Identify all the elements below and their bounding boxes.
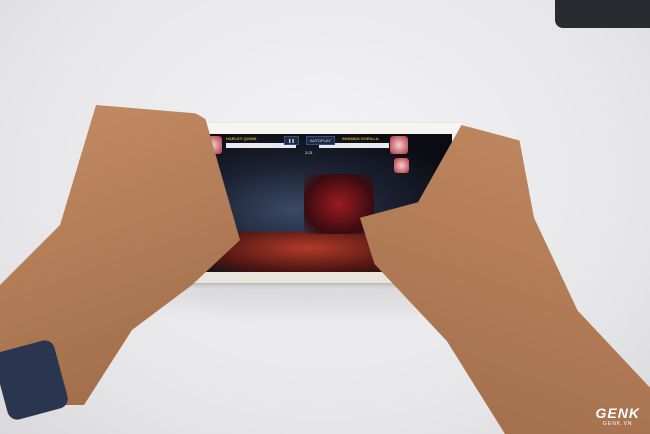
opponent-name: SHAMAN GORILLA	[342, 136, 379, 141]
pause-button[interactable]: ❚❚	[284, 136, 299, 145]
opponent-team-portrait	[394, 158, 409, 173]
round-timer: 2:21	[305, 150, 313, 155]
autoplay-button[interactable]: AUTOPLAY	[306, 136, 335, 145]
watermark-site: GENK.VN	[603, 421, 633, 427]
opponent-portrait	[390, 136, 408, 154]
watermark: GENK GENK.VN	[596, 405, 640, 427]
player-name: HARLEY QUINN	[226, 136, 257, 141]
dark-object-corner	[555, 0, 650, 28]
watermark-logo: GENK	[595, 405, 640, 421]
